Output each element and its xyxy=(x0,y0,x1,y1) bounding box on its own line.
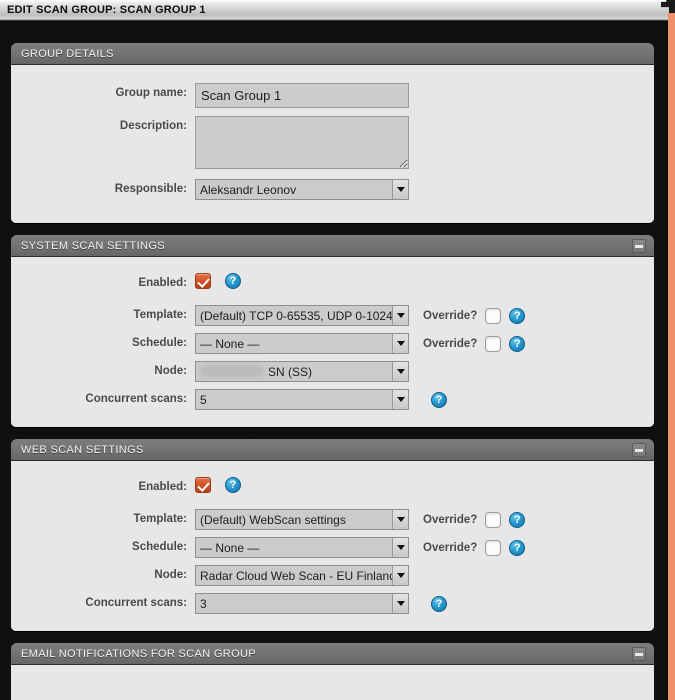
concurrent-scans-label: Concurrent scans: xyxy=(85,393,187,405)
enabled-label: Enabled: xyxy=(138,277,187,289)
form-row-concurrent-scans: Concurrent scans: 3 ? xyxy=(11,593,654,615)
form-row-description: Description: xyxy=(11,116,654,169)
concurrent-scans-select[interactable]: 5 xyxy=(195,389,409,410)
panel-header-web-scan-settings[interactable]: WEB SCAN SETTINGS xyxy=(11,439,654,461)
form-row-schedule: Schedule: — None — Override? ? xyxy=(11,537,654,559)
schedule-override-label: Override? xyxy=(423,337,478,350)
concurrent-scans-label: Concurrent scans: xyxy=(85,597,187,609)
group-name-label: Group name: xyxy=(115,87,187,99)
form-row-schedule: Schedule: — None — Override? ? xyxy=(11,333,654,355)
responsible-select[interactable]: Aleksandr Leonov xyxy=(195,179,409,200)
panel-system-scan-settings: SYSTEM SCAN SETTINGS Enabled: ? Template… xyxy=(11,235,654,427)
description-textarea[interactable] xyxy=(195,116,409,169)
strip-gap xyxy=(665,21,668,700)
panel-body-system-scan-settings: Enabled: ? Template: (Default) TCP 0-655… xyxy=(11,257,654,427)
help-icon[interactable]: ? xyxy=(225,273,241,289)
panel-title: GROUP DETAILS xyxy=(21,47,114,60)
form-row-concurrent-scans: Concurrent scans: 5 ? xyxy=(11,389,654,411)
node-label: Node: xyxy=(154,569,187,581)
template-override-label: Override? xyxy=(423,513,478,526)
panel-web-scan-settings: WEB SCAN SETTINGS Enabled: ? Template: (… xyxy=(11,439,654,631)
enabled-checkbox[interactable] xyxy=(195,273,211,289)
help-icon[interactable]: ? xyxy=(509,539,526,556)
accent-strip xyxy=(668,13,675,700)
enabled-label: Enabled: xyxy=(138,481,187,493)
responsible-label: Responsible: xyxy=(114,183,187,195)
help-icon[interactable]: ? xyxy=(431,391,447,408)
form-row-enabled: Enabled: ? xyxy=(11,273,654,295)
concurrent-scans-select[interactable]: 3 xyxy=(195,593,409,614)
form-row-node: Node: SN (SS) xyxy=(11,361,654,383)
template-label: Template: xyxy=(133,513,187,525)
node-select[interactable]: Radar Cloud Web Scan - EU Finland (46. xyxy=(195,565,409,586)
minus-icon[interactable] xyxy=(632,239,646,253)
page-title: EDIT SCAN GROUP: SCAN GROUP 1 xyxy=(7,4,206,16)
template-select[interactable]: (Default) WebScan settings xyxy=(195,509,409,530)
group-name-input[interactable] xyxy=(195,83,409,108)
help-icon[interactable]: ? xyxy=(509,335,526,352)
schedule-label: Schedule: xyxy=(132,541,187,553)
panel-header-group-details[interactable]: GROUP DETAILS xyxy=(11,43,654,65)
form-row-template: Template: (Default) TCP 0-65535, UDP 0-1… xyxy=(11,305,654,327)
form-row-group-name: Group name: xyxy=(11,83,654,108)
template-select[interactable]: (Default) TCP 0-65535, UDP 0-1024 xyxy=(195,305,409,326)
template-override-label: Override? xyxy=(423,309,478,322)
template-label: Template: xyxy=(133,309,187,321)
panel-body-group-details: Group name: Description: Responsible: Al… xyxy=(11,65,654,223)
form-row-responsible: Responsible: Aleksandr Leonov xyxy=(11,179,654,201)
node-label: Node: xyxy=(154,365,187,377)
window-title-bar[interactable]: EDIT SCAN GROUP: SCAN GROUP 1 xyxy=(0,0,669,21)
panel-title: WEB SCAN SETTINGS xyxy=(21,443,144,456)
schedule-override-checkbox[interactable] xyxy=(485,335,502,352)
template-override-checkbox[interactable] xyxy=(485,307,502,324)
panel-group-details: GROUP DETAILS Group name: Description: R… xyxy=(11,43,654,223)
panel-title: EMAIL NOTIFICATIONS FOR SCAN GROUP xyxy=(21,647,256,660)
form-row-enabled: Enabled: ? xyxy=(11,477,654,499)
page-content: GROUP DETAILS Group name: Description: R… xyxy=(0,22,665,700)
description-label: Description: xyxy=(119,120,187,132)
schedule-override-checkbox[interactable] xyxy=(485,539,502,556)
form-row-template: Template: (Default) WebScan settings Ove… xyxy=(11,509,654,531)
schedule-override-label: Override? xyxy=(423,541,478,554)
panel-body-email-notifications xyxy=(11,665,654,700)
node-select[interactable]: SN (SS) xyxy=(195,361,409,382)
minus-icon[interactable] xyxy=(632,443,646,457)
panel-body-web-scan-settings: Enabled: ? Template: (Default) WebScan s… xyxy=(11,461,654,631)
schedule-select[interactable]: — None — xyxy=(195,333,409,354)
schedule-select[interactable]: — None — xyxy=(195,537,409,558)
schedule-label: Schedule: xyxy=(132,337,187,349)
help-icon[interactable]: ? xyxy=(431,595,447,612)
panel-title: SYSTEM SCAN SETTINGS xyxy=(21,239,165,252)
panel-header-system-scan-settings[interactable]: SYSTEM SCAN SETTINGS xyxy=(11,235,654,257)
template-override-checkbox[interactable] xyxy=(485,511,502,528)
help-icon[interactable]: ? xyxy=(509,307,526,324)
help-icon[interactable]: ? xyxy=(509,511,526,528)
enabled-checkbox[interactable] xyxy=(195,477,211,493)
minus-icon[interactable] xyxy=(632,647,646,661)
panel-header-email-notifications[interactable]: EMAIL NOTIFICATIONS FOR SCAN GROUP xyxy=(11,643,654,665)
help-icon[interactable]: ? xyxy=(225,477,241,493)
form-row-node: Node: Radar Cloud Web Scan - EU Finland … xyxy=(11,565,654,587)
panel-email-notifications: EMAIL NOTIFICATIONS FOR SCAN GROUP xyxy=(11,643,654,700)
